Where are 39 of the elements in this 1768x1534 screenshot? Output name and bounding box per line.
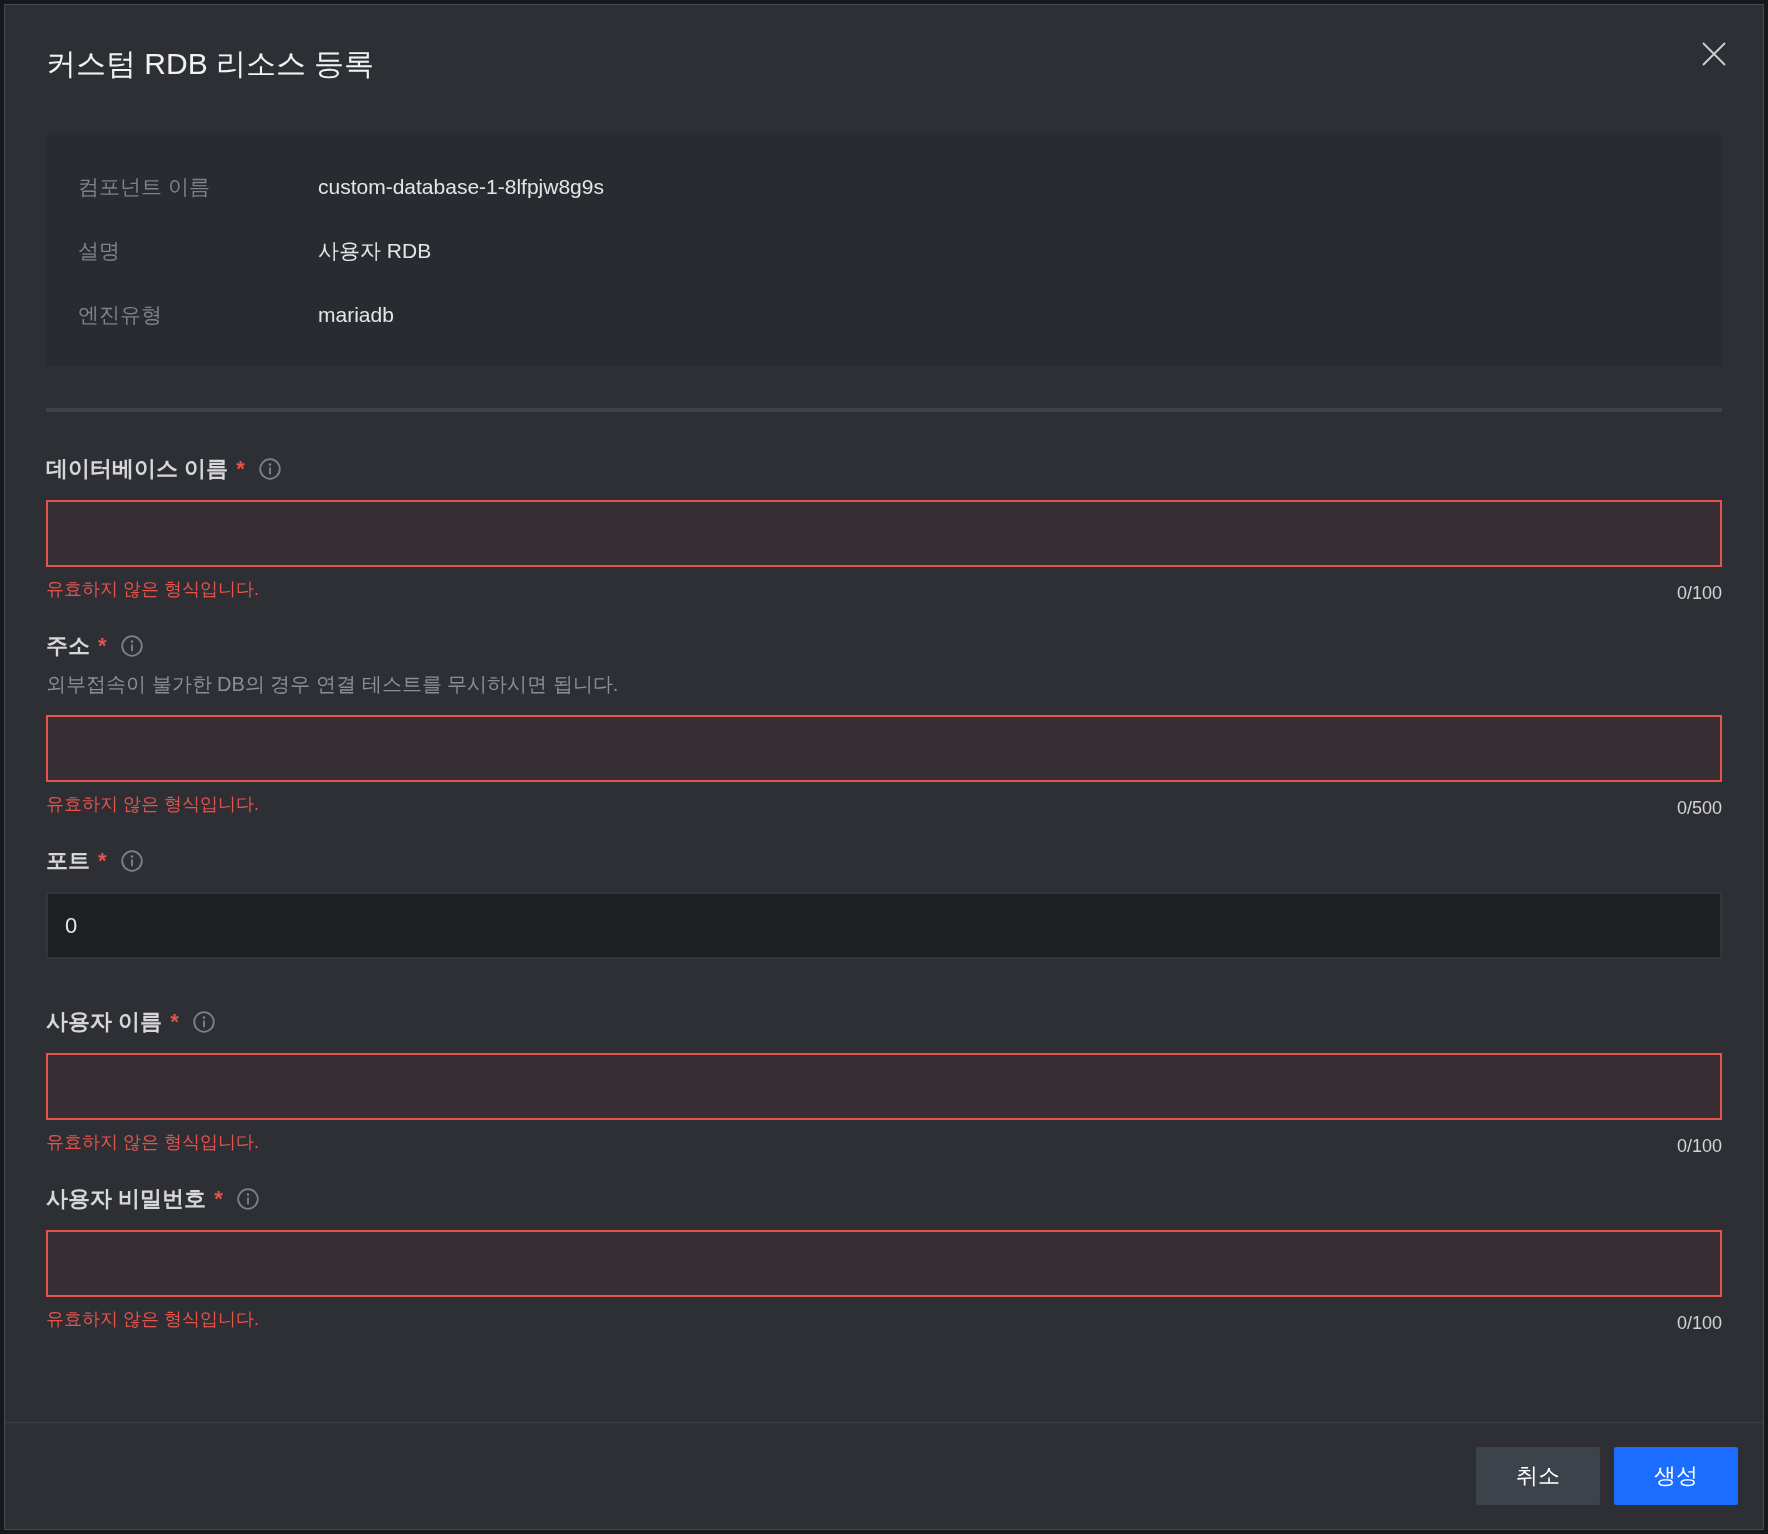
error-message: 유효하지 않은 형식입니다. bbox=[46, 578, 259, 601]
field-label: 포트 bbox=[46, 847, 90, 875]
error-message: 유효하지 않은 형식입니다. bbox=[46, 793, 259, 816]
info-icon[interactable] bbox=[120, 850, 143, 872]
required-mark: * bbox=[98, 848, 107, 874]
error-message: 유효하지 않은 형식입니다. bbox=[46, 1308, 259, 1331]
character-counter: 0/100 bbox=[1676, 1135, 1722, 1158]
info-icon[interactable] bbox=[258, 458, 281, 480]
input-field[interactable] bbox=[46, 1053, 1722, 1120]
field-label: 주소 bbox=[46, 632, 90, 660]
required-mark: * bbox=[170, 1009, 179, 1035]
input-field[interactable]: 0 bbox=[46, 892, 1722, 959]
input-field[interactable] bbox=[46, 500, 1722, 567]
info-icon[interactable] bbox=[236, 1188, 259, 1210]
field-hint: 외부접속이 불가한 DB의 경우 연결 테스트를 무시하시면 됩니다. bbox=[46, 672, 620, 696]
required-mark: * bbox=[236, 456, 245, 482]
summary-label: 엔진유형 bbox=[78, 302, 162, 328]
field-label: 데이터베이스 이름 bbox=[46, 455, 229, 483]
required-mark: * bbox=[98, 633, 107, 659]
error-message: 유효하지 않은 형식입니다. bbox=[46, 1131, 259, 1154]
input-field[interactable] bbox=[46, 715, 1722, 782]
character-counter: 0/500 bbox=[1676, 797, 1722, 820]
create-button[interactable]: 생성 bbox=[1614, 1447, 1738, 1505]
required-mark: * bbox=[214, 1186, 223, 1212]
character-counter: 0/100 bbox=[1676, 1312, 1722, 1335]
field-label: 사용자 비밀번호 bbox=[46, 1185, 207, 1213]
input-field[interactable] bbox=[46, 1230, 1722, 1297]
summary-value: 사용자 RDB bbox=[318, 238, 432, 264]
info-icon[interactable] bbox=[192, 1011, 215, 1033]
dialog-title: 커스텀 RDB 리소스 등록 bbox=[46, 46, 375, 82]
field-label: 사용자 이름 bbox=[46, 1008, 163, 1036]
summary-value: mariadb bbox=[318, 303, 394, 327]
close-icon[interactable] bbox=[1702, 42, 1726, 66]
cancel-button[interactable]: 취소 bbox=[1476, 1447, 1600, 1505]
summary-value: custom-database-1-8lfpjw8g9s bbox=[318, 175, 604, 199]
info-icon[interactable] bbox=[120, 635, 143, 657]
summary-label: 설명 bbox=[78, 238, 120, 264]
character-counter: 0/100 bbox=[1676, 582, 1722, 605]
summary-label: 컴포넌트 이름 bbox=[78, 174, 210, 200]
